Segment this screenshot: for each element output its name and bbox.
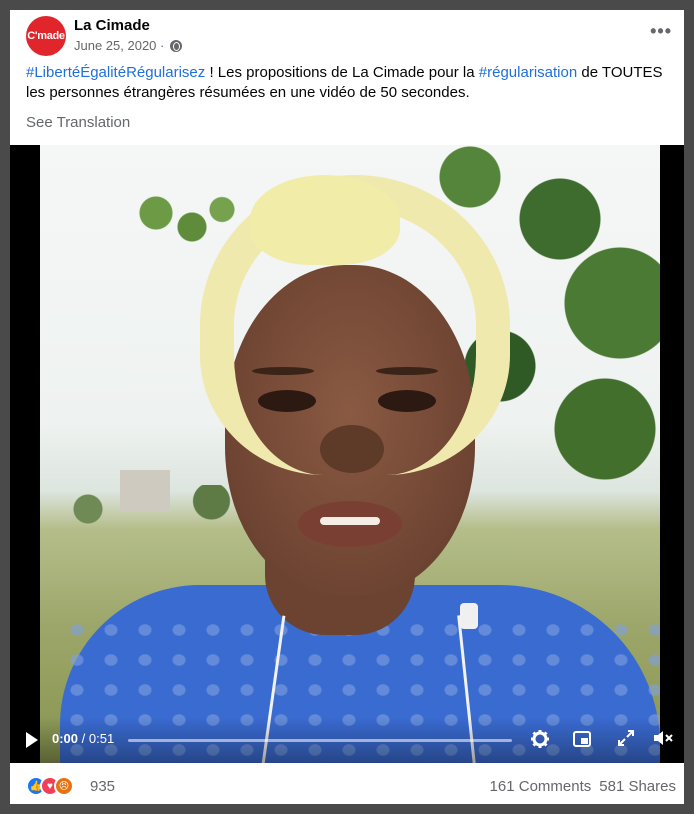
video-player[interactable]: 0:00 / 0:51 — [10, 145, 684, 763]
post-stats: 161 Comments 581 Shares — [490, 778, 676, 795]
post-card: C'made La Cimade June 25, 2020 · ••• #Li… — [10, 10, 684, 804]
video-frame[interactable] — [40, 145, 660, 763]
person-speaking — [40, 145, 660, 763]
see-translation-link[interactable]: See Translation — [26, 114, 130, 131]
progress-bar[interactable] — [128, 739, 512, 742]
teeth — [320, 517, 380, 525]
globe-icon — [170, 39, 183, 52]
post-header: C'made La Cimade June 25, 2020 · ••• — [26, 16, 676, 58]
eyebrow — [376, 367, 438, 375]
eye — [378, 390, 436, 412]
angry-icon: 😠 — [54, 776, 74, 796]
post-text-part: ! Les propositions de La Cimade pour la — [205, 64, 479, 81]
earphone-mic — [460, 603, 478, 629]
eyebrow — [252, 367, 314, 375]
nose — [320, 425, 384, 473]
reaction-icons[interactable]: 👍 ♥ 😠 — [26, 776, 74, 796]
avatar-logo-text: C'made — [27, 30, 65, 42]
shares-count[interactable]: 581 Shares — [599, 778, 676, 795]
video-time: 0:00 / 0:51 — [52, 731, 114, 746]
headwrap-knot — [250, 175, 400, 265]
volume-icon[interactable] — [652, 729, 673, 749]
post-footer: 👍 ♥ 😠 935 161 Comments 581 Shares — [26, 772, 676, 800]
more-options-icon[interactable]: ••• — [650, 22, 672, 40]
post-date[interactable]: June 25, 2020 · — [74, 38, 164, 53]
video-controls: 0:00 / 0:51 — [10, 717, 684, 763]
picture-in-picture-icon[interactable] — [573, 731, 591, 747]
post-meta: June 25, 2020 · — [74, 38, 183, 53]
settings-icon[interactable] — [530, 729, 550, 749]
reaction-count[interactable]: 935 — [90, 778, 115, 795]
post-text: #LibertéÉgalitéRégularisez ! Les proposi… — [26, 63, 676, 103]
play-icon[interactable] — [26, 732, 38, 748]
time-current: 0:00 — [52, 731, 79, 746]
page-name-link[interactable]: La Cimade — [74, 17, 150, 34]
eye — [258, 390, 316, 412]
hashtag-link[interactable]: #régularisation — [479, 64, 577, 81]
hashtag-link[interactable]: #LibertéÉgalitéRégularisez — [26, 64, 205, 81]
time-total: / 0:51 — [81, 731, 115, 746]
comments-count[interactable]: 161 Comments — [490, 778, 592, 795]
fullscreen-icon[interactable] — [616, 729, 636, 749]
page-avatar[interactable]: C'made — [26, 16, 66, 56]
